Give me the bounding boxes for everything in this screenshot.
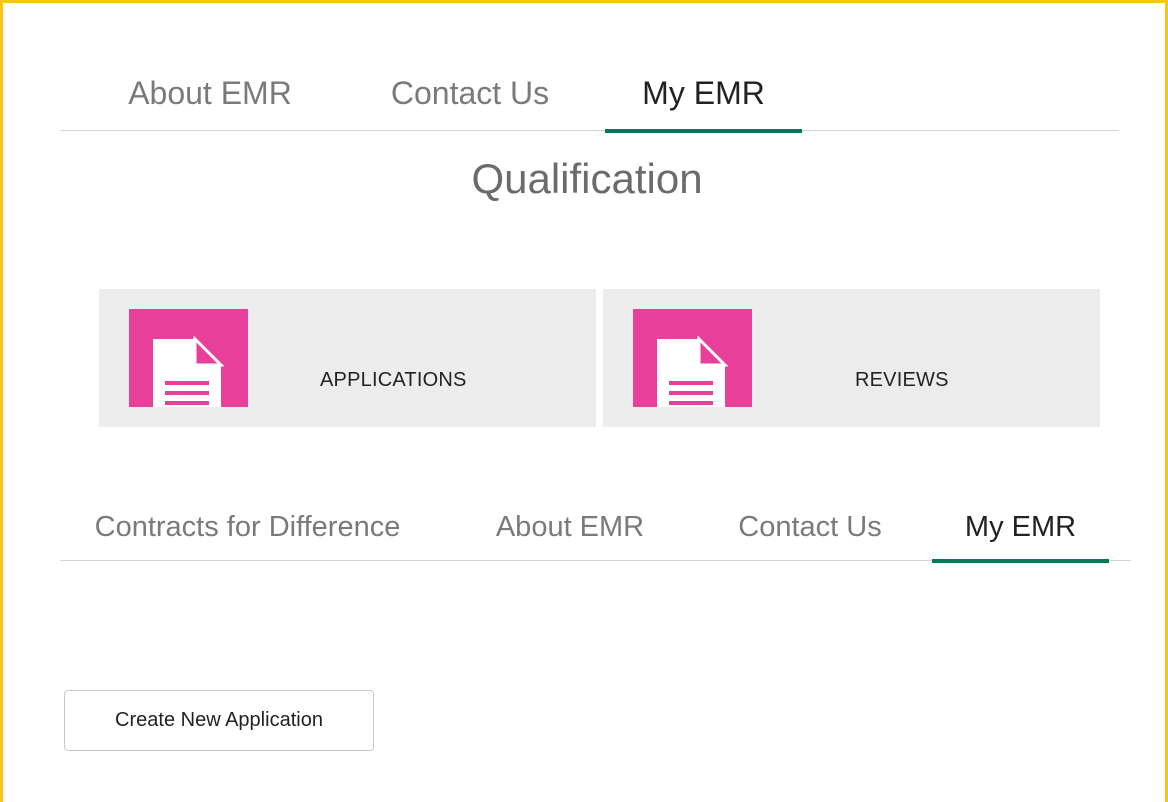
tab-my-emr[interactable]: My EMR xyxy=(605,61,802,133)
tile-label: APPLICATIONS xyxy=(320,369,467,391)
tab-contact-us[interactable]: Contact Us xyxy=(370,61,570,131)
tab-label: About EMR xyxy=(128,75,292,111)
create-new-application-button[interactable]: Create New Application xyxy=(64,690,374,751)
reviews-tile[interactable]: REVIEWS xyxy=(603,289,1100,427)
document-icon xyxy=(633,309,752,407)
applications-tile[interactable]: APPLICATIONS xyxy=(99,289,596,427)
tab-label: My EMR xyxy=(642,75,765,111)
page-frame: About EMR Contact Us My EMR Qualificatio… xyxy=(0,0,1168,802)
tile-label: REVIEWS xyxy=(855,369,949,391)
tab-label: Contact Us xyxy=(738,511,882,543)
tab-label: Contracts for Difference xyxy=(94,511,401,543)
active-tab-indicator xyxy=(932,559,1109,563)
tab-label: Contact Us xyxy=(390,75,550,111)
top-nav: About EMR Contact Us My EMR xyxy=(60,61,1119,133)
tab-contact-us[interactable]: Contact Us xyxy=(720,498,900,561)
document-icon xyxy=(129,309,248,407)
tab-my-emr[interactable]: My EMR xyxy=(932,498,1109,563)
active-tab-indicator xyxy=(605,129,802,133)
tab-contracts-for-difference[interactable]: Contracts for Difference xyxy=(75,498,420,561)
page-title: Qualification xyxy=(471,155,703,202)
tab-label: My EMR xyxy=(964,511,1077,543)
tab-about-emr[interactable]: About EMR xyxy=(480,498,660,561)
secondary-nav: Contracts for Difference About EMR Conta… xyxy=(60,498,1131,563)
tab-label: About EMR xyxy=(495,511,645,543)
tab-about-emr[interactable]: About EMR xyxy=(110,61,310,131)
